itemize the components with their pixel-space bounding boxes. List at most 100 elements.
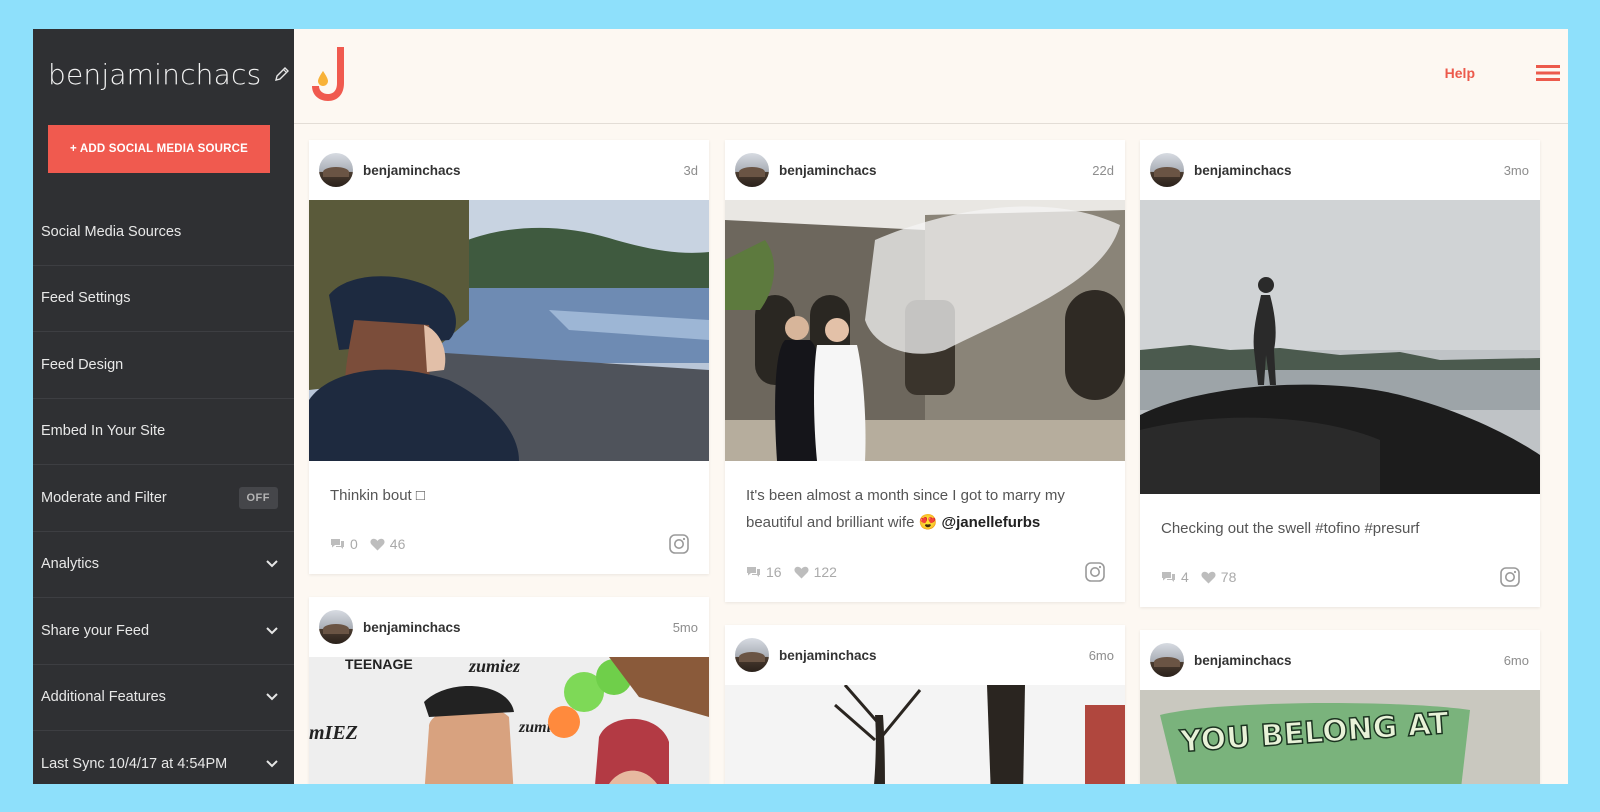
moderation-status-badge[interactable]: OFF [238,486,278,509]
sidebar-item-label: Moderate and Filter [41,489,167,506]
post-stats: 4 78 [1140,562,1540,592]
sidebar: benjaminchacs + ADD SOCIAL MEDIA SOURCE … [33,29,294,784]
avatar[interactable] [1150,153,1184,187]
wedding-image [725,200,1125,461]
sidebar-header: benjaminchacs [33,29,294,119]
sidebar-item-feed-design[interactable]: Feed Design [33,332,294,399]
feed-area: Help benjaminchacs 3d Thinkin bout □ 0 4… [294,29,1568,784]
sidebar-item-label: Feed Design [41,356,124,373]
coast-image [1140,200,1540,494]
like-count-value: 78 [1220,569,1237,585]
comment-count-value: 4 [1181,569,1189,585]
sidebar-item-label: Share your Feed [41,622,150,639]
banner-text: TEENAGE [345,657,413,672]
post-photo[interactable] [725,685,1125,784]
sidebar-item-share-your-feed[interactable]: Share your Feed [33,598,294,665]
like-count-value: 122 [813,564,837,580]
post-stats: 16 122 [725,557,1125,587]
post-photo[interactable] [309,200,709,461]
post-header: benjaminchacs 6mo [1140,630,1540,690]
sidebar-item-social-media-sources[interactable]: Social Media Sources [33,199,294,266]
post-caption: It's been almost a month since I got to … [725,482,1125,536]
sidebar-menu: Social Media Sources Feed Settings Feed … [33,199,294,784]
post-card[interactable]: benjaminchacs 5mo TEENAGE zumiez mIEZ zu… [309,597,709,784]
post-age: 6mo [1503,653,1529,668]
post-header: benjaminchacs 5mo [309,597,709,657]
post-photo[interactable] [1140,200,1540,494]
post-username[interactable]: benjaminchacs [1194,653,1292,668]
chevron-down-icon [266,560,278,568]
heart-icon [1201,571,1216,583]
instagram-icon[interactable] [1500,567,1520,587]
lake-portrait-image [309,200,709,461]
post-caption: Checking out the swell #tofino #presurf [1161,519,1420,537]
post-age: 5mo [672,620,698,635]
like-count-value: 46 [389,536,406,552]
post-username[interactable]: benjaminchacs [779,163,877,178]
help-link[interactable]: Help [1445,65,1475,81]
instagram-icon[interactable] [669,534,689,554]
post-username[interactable]: benjaminchacs [1194,163,1292,178]
sidebar-item-embed-in-your-site[interactable]: Embed In Your Site [33,399,294,465]
banner-text: zumiez [468,657,520,676]
comment-icon [747,567,760,577]
mention-link[interactable]: @janellefurbs [941,514,1040,531]
heart-icon [794,566,809,578]
post-photo[interactable]: YOU BELONG AT [1140,690,1540,784]
post-username[interactable]: benjaminchacs [363,163,461,178]
add-social-media-source-button[interactable]: + ADD SOCIAL MEDIA SOURCE [48,125,270,173]
post-photo[interactable] [725,200,1125,461]
post-caption-row: Checking out the swell #tofino #presurf [1140,494,1540,562]
post-age: 22d [1092,163,1114,178]
poster-image: YOU BELONG AT [1140,690,1540,784]
feed-username: benjaminchacs [48,57,262,91]
post-card[interactable]: benjaminchacs 3d Thinkin bout □ 0 46 [309,140,709,574]
avatar[interactable] [1150,643,1184,677]
post-age: 6mo [1088,648,1114,663]
avatar[interactable] [735,153,769,187]
post-card[interactable]: benjaminchacs 6mo [725,625,1125,784]
comment-count[interactable]: 4 [1161,569,1189,585]
post-header: benjaminchacs 3mo [1140,140,1540,200]
post-age: 3d [683,163,698,178]
post-photo[interactable]: TEENAGE zumiez mIEZ zumiez [309,657,709,784]
comment-count-value: 0 [350,536,358,552]
instagram-icon[interactable] [1085,562,1105,582]
post-caption-row: It's been almost a month since I got to … [725,461,1125,557]
avatar[interactable] [735,638,769,672]
sidebar-item-label: Last Sync 10/4/17 at 4:54PM [41,756,228,773]
post-card[interactable]: benjaminchacs 22d It's been almost a mon… [725,140,1125,602]
comment-icon [1162,572,1175,582]
comment-count[interactable]: 16 [746,564,782,580]
post-card[interactable]: benjaminchacs 3mo Checking out the swell… [1140,140,1540,607]
chevron-down-icon [266,627,278,635]
comment-icon [331,539,344,549]
post-header: benjaminchacs 3d [309,140,709,200]
hamburger-icon[interactable] [1536,64,1560,82]
sidebar-item-additional-features[interactable]: Additional Features [33,665,294,731]
avatar[interactable] [319,153,353,187]
post-username[interactable]: benjaminchacs [779,648,877,663]
party-image: TEENAGE zumiez mIEZ zumiez [309,657,709,784]
sidebar-item-moderate-and-filter[interactable]: Moderate and Filter OFF [33,465,294,532]
comment-count[interactable]: 0 [330,536,358,552]
app-window: benjaminchacs + ADD SOCIAL MEDIA SOURCE … [33,29,1568,784]
post-stats: 0 46 [309,529,709,559]
top-bar: Help [294,29,1568,124]
sidebar-item-feed-settings[interactable]: Feed Settings [33,266,294,332]
juicer-j-logo[interactable] [309,43,349,103]
like-count[interactable]: 46 [370,536,406,552]
post-header: benjaminchacs 22d [725,140,1125,200]
avatar[interactable] [319,610,353,644]
post-username[interactable]: benjaminchacs [363,620,461,635]
comment-count-value: 16 [766,564,782,580]
sidebar-item-last-sync[interactable]: Last Sync 10/4/17 at 4:54PM [33,731,294,784]
like-count[interactable]: 122 [794,564,837,580]
like-count[interactable]: 78 [1201,569,1237,585]
post-card[interactable]: benjaminchacs 6mo YOU BELONG AT [1140,630,1540,784]
post-caption-row: Thinkin bout □ [309,461,709,529]
chevron-down-icon [266,693,278,701]
sidebar-item-label: Feed Settings [41,290,131,307]
sidebar-item-analytics[interactable]: Analytics [33,532,294,598]
pencil-icon[interactable] [273,65,291,83]
